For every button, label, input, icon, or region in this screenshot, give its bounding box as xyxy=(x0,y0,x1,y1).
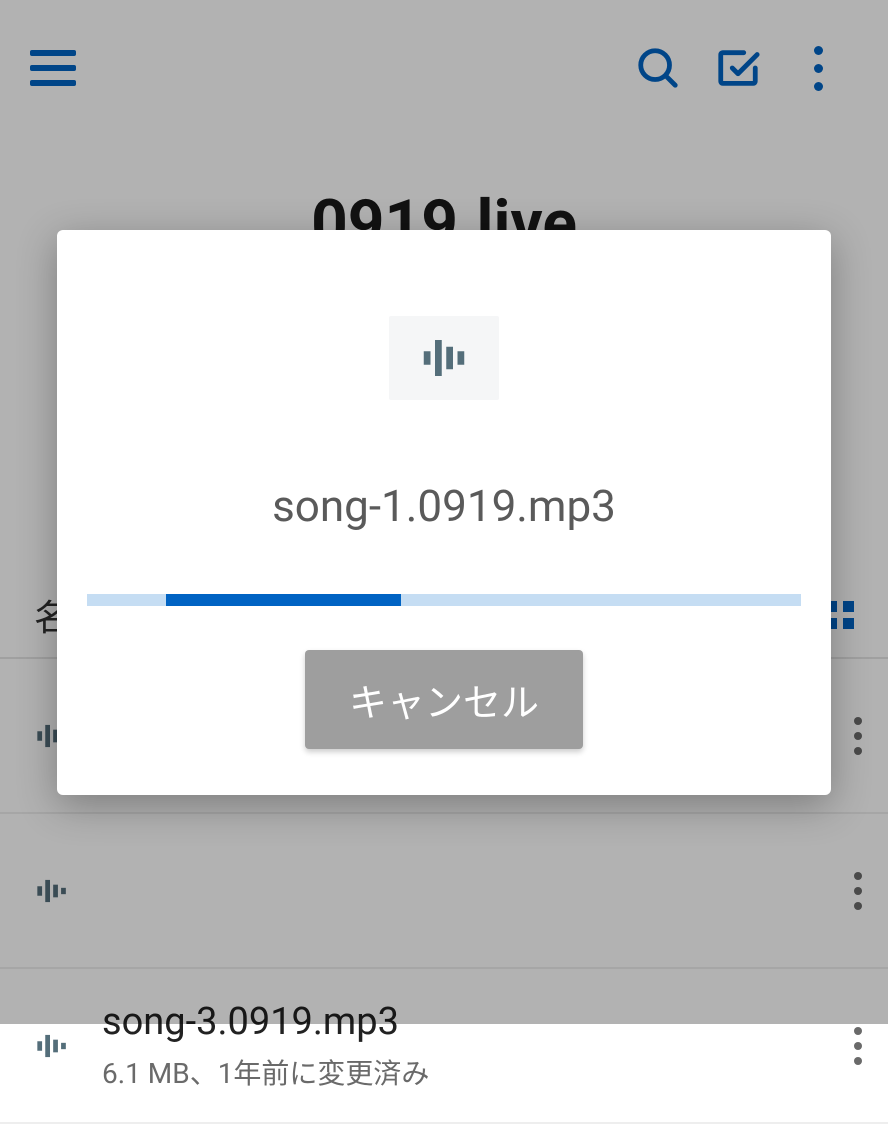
audio-wave-icon xyxy=(26,1022,74,1070)
file-meta: 6.1 MB、1年前に変更済み xyxy=(102,1052,826,1092)
cancel-button[interactable]: キャンセル xyxy=(305,650,583,749)
download-dialog: song-1.0919.mp3 キャンセル xyxy=(57,230,831,795)
audio-wave-icon xyxy=(389,316,499,400)
progress-track xyxy=(87,594,801,606)
dialog-filename: song-1.0919.mp3 xyxy=(272,480,616,532)
modal-overlay: song-1.0919.mp3 キャンセル xyxy=(0,0,888,1024)
item-more-icon[interactable] xyxy=(854,1027,862,1065)
progress-bar xyxy=(166,594,402,606)
